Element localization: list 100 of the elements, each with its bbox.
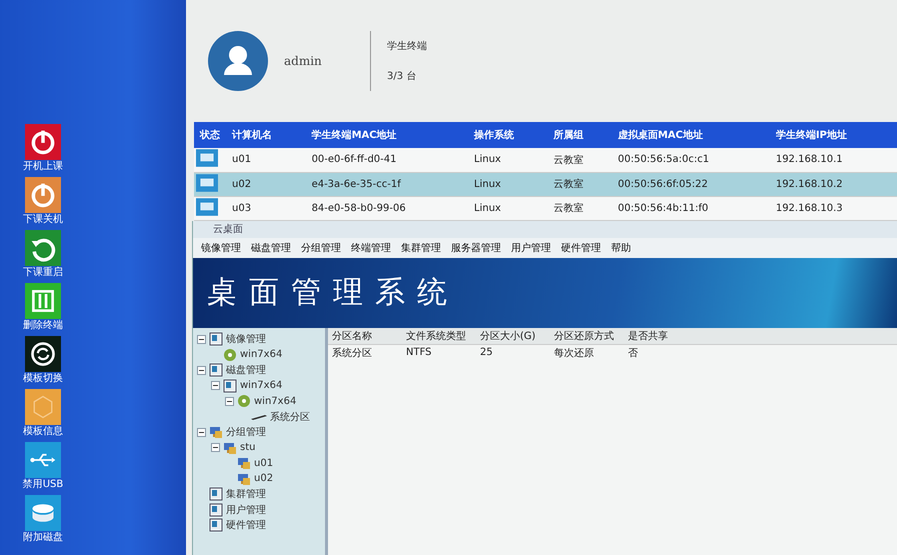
tree-item[interactable]: u01	[254, 458, 274, 469]
computer-icon	[237, 472, 251, 486]
menu-item[interactable]: 硬件管理	[561, 240, 601, 254]
tree-item[interactable]: 系统分区	[270, 410, 310, 424]
table-cell-text: NTFS	[406, 347, 433, 358]
column-header: 文件系统类型	[406, 330, 467, 342]
tree-item[interactable]: win7x64	[240, 380, 282, 392]
collapse-toggle[interactable]	[197, 366, 206, 375]
column-header: 操作系统	[468, 122, 548, 148]
action-tile[interactable]	[25, 389, 61, 425]
terminal-row[interactable]: u01 00-e0-6f-ff-d0-41 Linux 云教室 00:50:56:5a:0c:c1 192.168.10.1	[194, 148, 897, 172]
window-icon	[209, 502, 223, 517]
monitor-icon	[196, 174, 218, 192]
tree-item[interactable]: 磁盘管理	[226, 363, 266, 378]
power-icon	[29, 128, 57, 156]
table-cell: 192.168.10.1	[770, 148, 897, 172]
table-cell: 00:50:56:4b:11:f0	[612, 196, 770, 220]
collapse-toggle[interactable]	[197, 334, 206, 344]
column-header: 虚拟桌面MAC地址	[612, 122, 770, 148]
table-cell: Linux	[468, 172, 548, 196]
window-icon	[209, 487, 223, 502]
computer-icon	[237, 456, 251, 470]
collapse-toggle[interactable]	[197, 428, 206, 437]
panel-title: 学生终端	[387, 40, 427, 53]
column-header: 是否共享	[628, 330, 669, 342]
disc-icon	[223, 348, 237, 362]
column-header: 学生终端IP地址	[770, 122, 897, 148]
window-icon	[223, 378, 237, 393]
table-cell: u01	[226, 148, 306, 172]
action-tile[interactable]	[25, 124, 61, 160]
table-cell-text: 系统分区	[332, 346, 373, 360]
table-cell: e4-3a-6e-35-cc-1f	[306, 172, 468, 196]
tree-item[interactable]: 镜像管理	[226, 332, 266, 346]
tree-item[interactable]: stu	[240, 442, 256, 454]
monitor-icon	[196, 149, 218, 168]
tile-label: 模板信息	[23, 425, 63, 439]
table-cell: Linux	[468, 148, 548, 172]
table-cell: 云教室	[548, 172, 612, 196]
action-tile[interactable]	[25, 177, 61, 213]
menu-item[interactable]: 终端管理	[351, 240, 391, 254]
window-icon	[209, 518, 223, 532]
tile-label: 禁用USB	[22, 478, 64, 492]
window-title: 云桌面	[213, 222, 243, 236]
table-cell: 00:50:56:5a:0c:c1	[612, 148, 770, 172]
column-header: 分区还原方式	[554, 330, 615, 342]
switch-icon	[29, 340, 57, 368]
menu-item[interactable]: 服务器管理	[451, 240, 501, 254]
table-cell: Linux	[468, 196, 548, 220]
table-cell-text: 每次还原	[554, 346, 595, 360]
terminal-row[interactable]: u03 84-e0-58-b0-99-06 Linux 云教室 00:50:56:4b:11:f0 192.168.10.3	[194, 196, 897, 220]
menu-item[interactable]: 帮助	[611, 240, 631, 254]
action-tile[interactable]	[25, 442, 61, 478]
banner-title: 桌面管理系统	[207, 274, 459, 312]
column-header: 分区名称	[332, 330, 373, 342]
monitor-icon	[196, 198, 218, 216]
menu-item[interactable]: 用户管理	[511, 240, 551, 254]
computer-icon	[223, 440, 237, 455]
tree-item[interactable]: 分组管理	[226, 425, 266, 440]
menu-item[interactable]: 集群管理	[401, 240, 441, 254]
tree-item[interactable]: win7x64	[240, 349, 282, 360]
tile-label: 开机上课	[23, 160, 63, 174]
tile-label: 附加磁盘	[23, 531, 63, 545]
table-cell-text: 否	[628, 346, 639, 360]
bars-icon	[29, 287, 57, 315]
tree-item[interactable]: u02	[254, 473, 274, 484]
table-cell: 云教室	[548, 148, 612, 172]
column-header: 计算机名	[226, 122, 306, 148]
avatar-icon	[208, 31, 268, 91]
user-name: admin	[284, 54, 323, 68]
terminal-count: 3/3 台	[387, 70, 418, 83]
tile-label: 下课重启	[23, 266, 63, 280]
menu-item[interactable]: 镜像管理	[201, 240, 241, 254]
power-icon	[29, 181, 57, 209]
table-cell-text: 25	[480, 347, 494, 358]
table-cell: 192.168.10.2	[770, 172, 897, 196]
tile-label: 模板切换	[23, 372, 63, 386]
action-tile[interactable]	[25, 495, 61, 531]
collapse-toggle[interactable]	[211, 381, 220, 390]
menu-item[interactable]: 分组管理	[301, 240, 341, 254]
column-header: 所属组	[548, 122, 612, 148]
table-cell: u03	[226, 196, 306, 220]
window-icon	[209, 332, 223, 346]
computer-icon	[209, 425, 223, 440]
column-header: 状态	[194, 122, 226, 148]
drive-icon	[251, 412, 267, 421]
tree-item[interactable]: win7x64	[254, 396, 296, 407]
column-header: 分区大小(G)	[480, 330, 537, 342]
window-icon	[209, 363, 223, 378]
collapse-toggle[interactable]	[211, 443, 220, 452]
action-tile[interactable]	[25, 336, 61, 372]
action-tile[interactable]	[25, 230, 61, 266]
table-cell: 00:50:56:6f:05:22	[612, 172, 770, 196]
action-tile[interactable]	[25, 283, 61, 319]
tile-label: 删除终端	[23, 319, 63, 333]
tree-item[interactable]: 集群管理	[226, 487, 266, 502]
table-cell: u02	[226, 172, 306, 196]
menu-item[interactable]: 磁盘管理	[251, 240, 291, 254]
collapse-toggle[interactable]	[225, 396, 234, 406]
tree-item[interactable]: 用户管理	[226, 502, 266, 517]
tree-item[interactable]: 硬件管理	[226, 518, 266, 532]
